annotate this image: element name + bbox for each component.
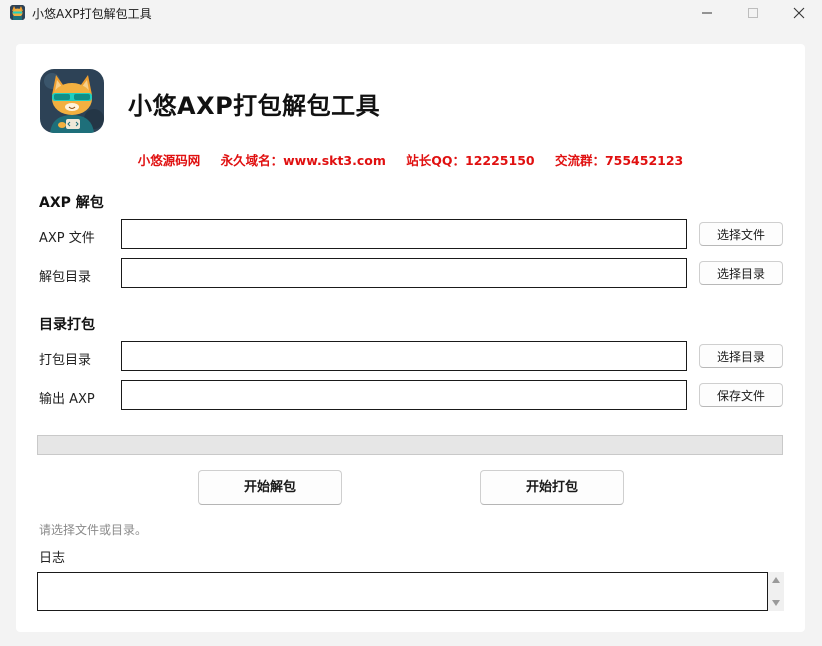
scroll-down-icon[interactable] — [772, 599, 780, 607]
progress-bar — [37, 435, 783, 455]
unpack-dir-label: 解包目录 — [39, 270, 92, 285]
pack-dir-input[interactable] — [122, 342, 686, 370]
log-label: 日志 — [39, 551, 66, 566]
pack-dir-label: 打包目录 — [39, 353, 92, 368]
save-file-button[interactable]: 保存文件 — [699, 383, 783, 407]
info-site-name: 小悠源码网 — [137, 153, 201, 168]
start-pack-button[interactable]: 开始打包 — [480, 470, 624, 505]
scroll-up-icon[interactable] — [772, 576, 780, 584]
start-unpack-button[interactable]: 开始解包 — [198, 470, 342, 505]
app-title: 小悠AXP打包解包工具 — [128, 92, 381, 120]
choose-file-button[interactable]: 选择文件 — [699, 222, 783, 246]
output-axp-input[interactable] — [122, 381, 686, 409]
unpack-section-title: AXP 解包 — [39, 195, 104, 211]
cat-mascot-icon — [40, 69, 104, 133]
title-bar: 小悠AXP打包解包工具 — [0, 0, 822, 26]
pack-section-title: 目录打包 — [39, 317, 95, 333]
pack-dir-field[interactable] — [121, 341, 687, 371]
output-axp-label: 输出 AXP — [39, 392, 95, 407]
info-banner: 小悠源码网 永久域名：www.skt3.com 站长QQ：12225150 交流… — [16, 150, 805, 169]
minimize-icon — [702, 12, 712, 14]
output-axp-field[interactable] — [121, 380, 687, 410]
choose-pack-dir-button[interactable]: 选择目录 — [699, 344, 783, 368]
main-panel: 小悠AXP打包解包工具 小悠源码网 永久域名：www.skt3.com 站长QQ… — [16, 44, 805, 632]
minimize-button[interactable] — [684, 0, 730, 26]
maximize-icon — [748, 8, 758, 18]
close-button[interactable] — [776, 0, 822, 26]
unpack-dir-field[interactable] — [121, 258, 687, 288]
status-text: 请选择文件或目录。 — [39, 523, 148, 537]
close-icon — [793, 7, 805, 19]
unpack-dir-input[interactable] — [122, 259, 686, 287]
axp-file-input[interactable] — [122, 220, 686, 248]
choose-unpack-dir-button[interactable]: 选择目录 — [699, 261, 783, 285]
info-group: 交流群：755452123 — [554, 153, 684, 168]
info-domain: 永久域名：www.skt3.com — [220, 153, 386, 168]
maximize-button[interactable] — [730, 0, 776, 26]
axp-file-field[interactable] — [121, 219, 687, 249]
info-qq: 站长QQ：12225150 — [406, 153, 535, 168]
app-icon — [10, 5, 25, 20]
log-textarea[interactable] — [37, 572, 768, 611]
log-scrollbar[interactable] — [768, 572, 784, 611]
axp-file-label: AXP 文件 — [39, 231, 95, 246]
window-title: 小悠AXP打包解包工具 — [32, 7, 152, 21]
